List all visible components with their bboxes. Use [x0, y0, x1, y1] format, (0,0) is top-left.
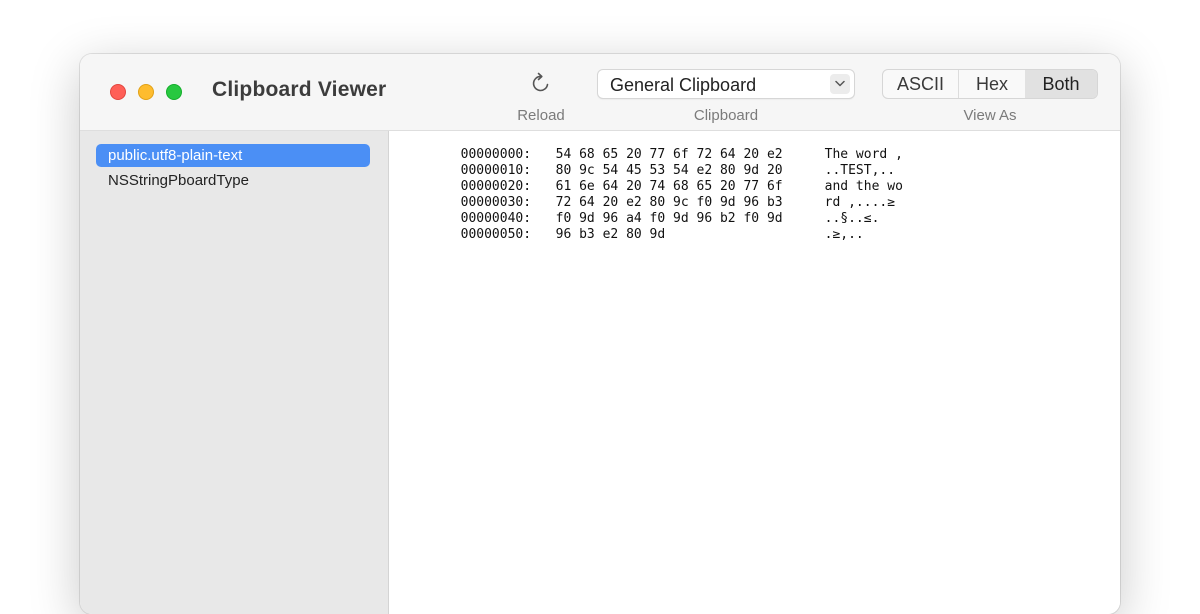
hex-ascii: ..§..≤. [824, 211, 880, 226]
hex-bytes: 96 b3 e2 80 9d [555, 227, 666, 242]
sidebar-item-utf8-plain-text[interactable]: public.utf8-plain-text [96, 144, 370, 167]
hex-ascii: The word , [824, 147, 903, 162]
sidebar-item-nsstring-pboard-type[interactable]: NSStringPboardType [96, 169, 370, 192]
hex-offset: 00000050: [460, 227, 532, 242]
type-sidebar: public.utf8-plain-text NSStringPboardTyp… [80, 131, 389, 614]
view-as-segmented-control: ASCII Hex Both [882, 69, 1098, 99]
clipboard-popup[interactable]: General Clipboard [597, 69, 855, 99]
reload-icon [532, 72, 549, 92]
hex-bytes: 72 64 20 e2 80 9c f0 9d 96 b3 [555, 195, 783, 210]
view-as-ascii-button[interactable]: ASCII [883, 70, 959, 98]
hex-bytes: 80 9c 54 45 53 54 e2 80 9d 20 [555, 163, 783, 178]
hex-dump-table: 00000000: 54 68 65 20 77 6f 72 64 20 e2 Th… [398, 131, 945, 242]
hex-row: 00000000: 54 68 65 20 77 6f 72 64 20 e2 Th… [398, 131, 945, 162]
chevron-down-icon [830, 74, 850, 94]
hex-offset: 00000010: [460, 163, 532, 178]
hex-ascii: ..TEST,.. [824, 163, 896, 178]
minimize-window-button[interactable] [138, 84, 154, 100]
view-as-both-button[interactable]: Both [1025, 70, 1097, 98]
zoom-window-button[interactable] [166, 84, 182, 100]
reload-label: Reload [517, 107, 565, 124]
hex-ascii: .≥,.. [824, 227, 864, 242]
hex-offset: 00000040: [460, 211, 532, 226]
hex-bytes: 61 6e 64 20 74 68 65 20 77 6f [555, 179, 783, 194]
hex-dump-view[interactable]: 00000000: 54 68 65 20 77 6f 72 64 20 e2 Th… [389, 131, 1120, 614]
hex-ascii: and the wo [824, 179, 903, 194]
view-as-hex-button[interactable]: Hex [959, 70, 1025, 98]
clipboard-viewer-window: Clipboard Viewer Reload General Clipboar… [80, 54, 1120, 614]
close-window-button[interactable] [110, 84, 126, 100]
clipboard-popup-value: General Clipboard [610, 75, 757, 95]
window-title: Clipboard Viewer [212, 78, 387, 101]
hex-offset: 00000030: [460, 195, 532, 210]
hex-bytes: f0 9d 96 a4 f0 9d 96 b2 f0 9d [555, 211, 783, 226]
hex-ascii: rd ,....≥ [824, 195, 896, 210]
hex-offset: 00000020: [460, 179, 532, 194]
view-as-label: View As [963, 107, 1017, 124]
hex-bytes: 54 68 65 20 77 6f 72 64 20 e2 [555, 147, 783, 162]
toolbar: Clipboard Viewer Reload General Clipboar… [80, 54, 1120, 131]
clipboard-label: Clipboard [693, 107, 759, 124]
reload-button[interactable] [528, 70, 554, 96]
hex-offset: 00000000: [460, 147, 532, 162]
